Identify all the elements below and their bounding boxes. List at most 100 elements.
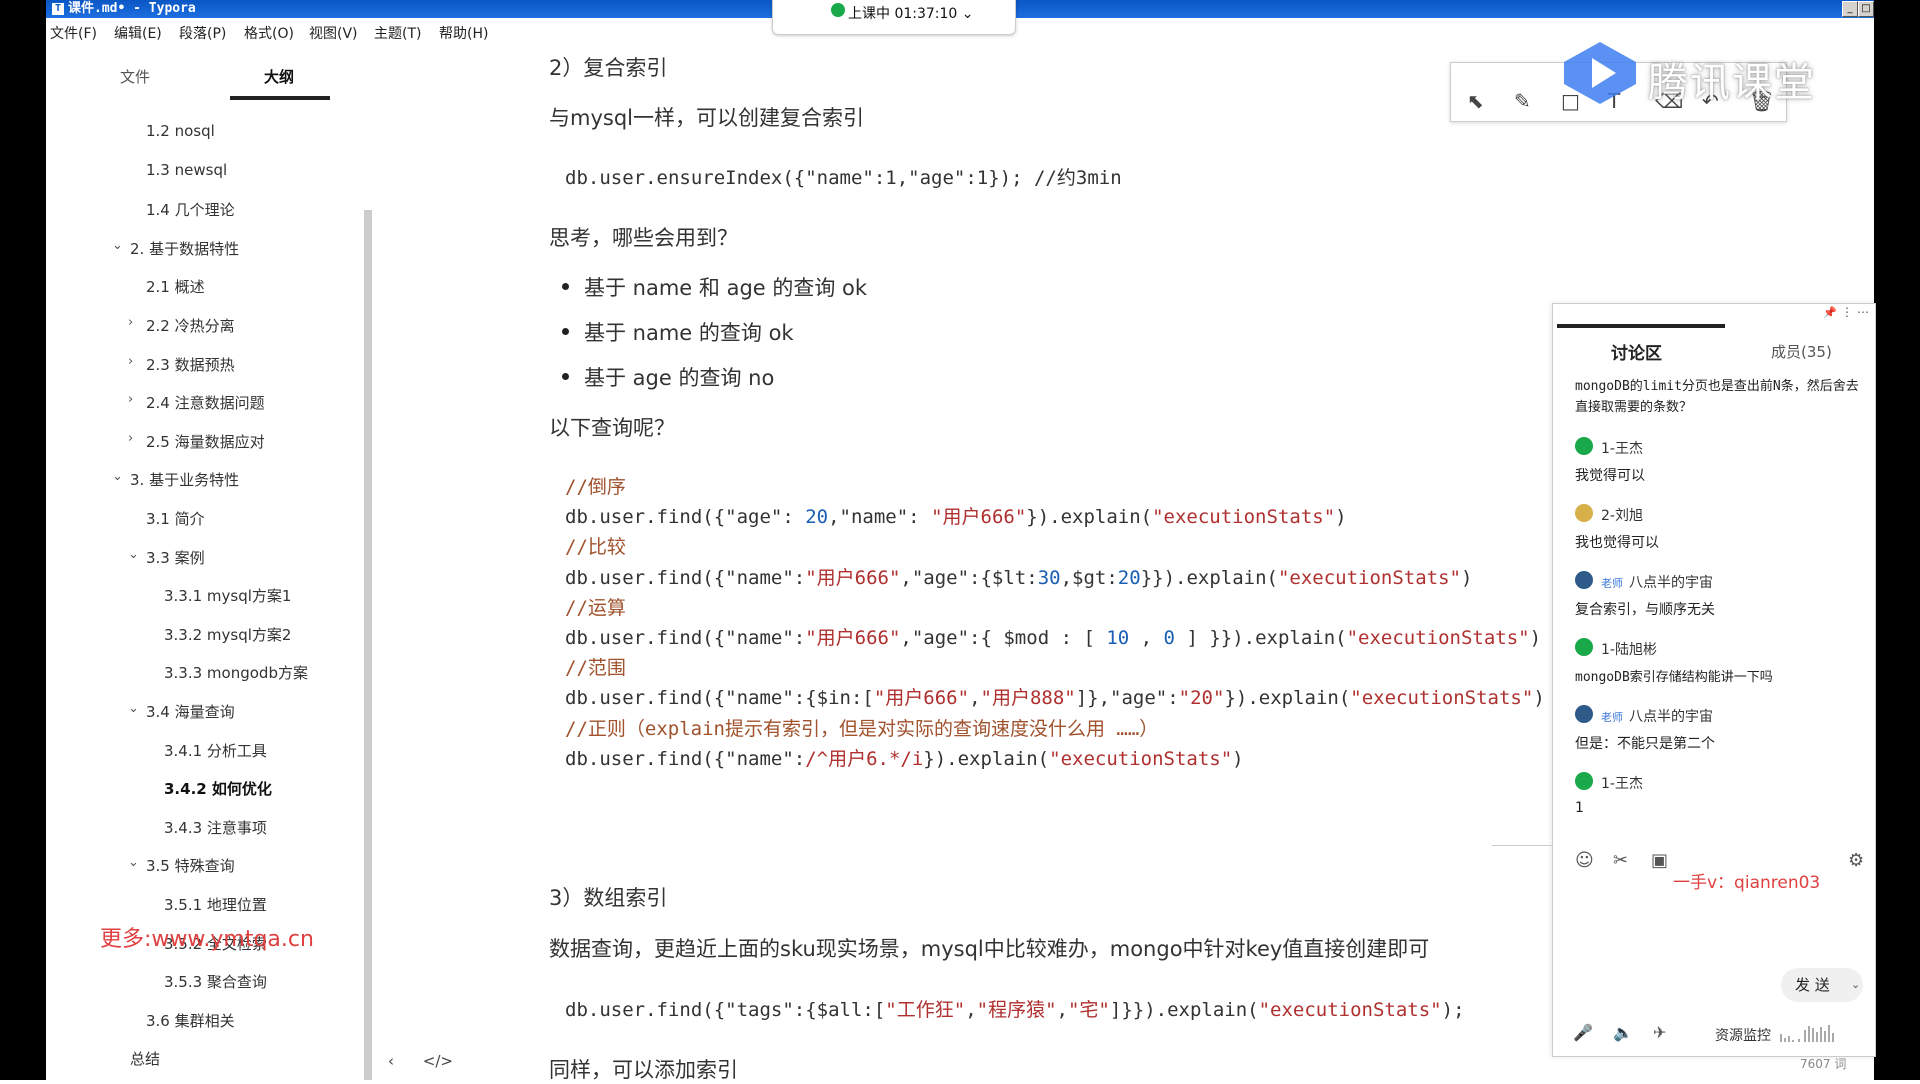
code-comment: //运算 xyxy=(565,596,626,619)
outline-item[interactable]: 3.3.1 mysql方案1 xyxy=(164,585,291,606)
tab-members[interactable]: 成员(35) xyxy=(1771,341,1832,362)
menu-theme[interactable]: 主题(T) xyxy=(374,23,421,43)
outline-item[interactable]: › 2.3 数据预热 xyxy=(128,354,235,375)
outline-item-label: 总结 xyxy=(130,1050,161,1069)
chevron-down-icon[interactable]: ⌄ xyxy=(128,547,139,562)
heading-array-index: 3）数组索引 xyxy=(549,886,668,910)
chevron-right-icon[interactable]: › xyxy=(128,315,133,330)
code-token: 10 xyxy=(1106,627,1130,649)
outline-item[interactable]: 3.5.3 聚合查询 xyxy=(164,971,267,992)
pen-icon[interactable]: ✎ xyxy=(1514,89,1531,113)
tab-files[interactable]: 文件 xyxy=(120,66,150,87)
outline-item[interactable]: › 2.4 注意数据问题 xyxy=(128,392,265,413)
avatar xyxy=(1575,571,1593,589)
settings-icon[interactable]: ⚙ xyxy=(1848,850,1864,871)
chevron-down-icon[interactable]: ⌄ xyxy=(128,701,139,716)
pin-icon[interactable]: 📌 xyxy=(1823,306,1837,319)
outline-item[interactable]: 3.4.1 分析工具 xyxy=(164,740,267,761)
minimize-button[interactable]: _ xyxy=(1842,1,1858,17)
outline-item-label: 3.1 简介 xyxy=(146,510,205,528)
code-token: ,$gt: xyxy=(1060,566,1118,589)
menu-edit[interactable]: 编辑(E) xyxy=(114,23,162,43)
code-token: "用户666" xyxy=(805,627,901,649)
teacher-badge: 老师 xyxy=(1601,711,1623,724)
chat-tab-underline xyxy=(1557,324,1725,328)
bullet-age: 基于 age 的查询 no xyxy=(561,362,774,392)
menu-paragraph[interactable]: 段落(P) xyxy=(179,23,226,43)
chevron-right-icon[interactable]: › xyxy=(128,431,133,446)
live-dot-icon xyxy=(831,3,845,17)
code-token: ,"age":{$lt: xyxy=(900,566,1038,589)
tab-outline[interactable]: 大纲 xyxy=(264,66,294,87)
chevron-down-icon[interactable]: ⌄ xyxy=(112,469,123,484)
code-comment: //范围 xyxy=(565,657,626,680)
outline-item[interactable]: 3.6 集群相关 xyxy=(146,1010,235,1031)
outline-item-label: 3.5.3 聚合查询 xyxy=(164,973,267,992)
outline-item-label: 3.3.3 mongodb方案 xyxy=(164,664,308,683)
more-icon[interactable]: ⋮ xyxy=(1841,305,1853,319)
outline-item[interactable]: 3.3.3 mongodb方案 xyxy=(164,662,308,683)
chevron-down-icon[interactable]: ⌄ xyxy=(1851,968,1860,1002)
resource-monitor-label[interactable]: 资源监控 xyxy=(1715,1025,1771,1045)
code-line: db.user.find({"name":{$in:["用户666","用户88… xyxy=(565,683,1545,710)
chevron-down-icon[interactable]: ⌄ xyxy=(112,238,123,253)
outline-item-label: 3.4.3 注意事项 xyxy=(164,818,267,837)
document-body[interactable]: 2）复合索引 与mysql一样，可以创建复合索引 db.user.ensureI… xyxy=(372,44,1552,1082)
tab-discussion[interactable]: 讨论区 xyxy=(1611,339,1662,364)
outline-item[interactable]: ⌄ 2. 基于数据特性 xyxy=(112,238,239,259)
mute-icon[interactable]: ✈ xyxy=(1653,1023,1666,1042)
image-icon[interactable]: ▣ xyxy=(1651,850,1668,871)
code-token: 20 xyxy=(805,506,829,529)
chevron-right-icon[interactable]: › xyxy=(128,392,133,407)
outline-item[interactable]: 1.3 newsql xyxy=(146,161,227,179)
live-status-pill[interactable]: 上课中 01:37:10 ⌄ xyxy=(772,0,1016,35)
maximize-button[interactable]: □ xyxy=(1858,1,1874,17)
chat-message-text: 我觉得可以 xyxy=(1575,468,1645,484)
outline-item[interactable]: 1.4 几个理论 xyxy=(146,199,235,220)
outline-item[interactable]: 1.2 nosql xyxy=(146,122,215,140)
chat-username: 1-陆旭彬 xyxy=(1601,639,1657,659)
sidebar-scrollbar[interactable] xyxy=(364,210,372,1080)
scissors-icon[interactable]: ✂ xyxy=(1613,850,1628,871)
outline-item[interactable]: 3.3.2 mysql方案2 xyxy=(164,624,291,645)
chevron-down-icon[interactable]: ⌄ xyxy=(128,855,139,870)
menu-format[interactable]: 格式(O) xyxy=(244,23,294,43)
chevron-right-icon[interactable]: › xyxy=(128,354,133,369)
menu-help[interactable]: 帮助(H) xyxy=(439,23,488,43)
outline-item[interactable]: › 2.5 海量数据应对 xyxy=(128,431,265,452)
send-button[interactable]: 发 送 ⌄ xyxy=(1781,968,1863,1002)
outline-item-label: 3.4 海量查询 xyxy=(146,703,235,721)
outline-item-label: 3.3.2 mysql方案2 xyxy=(164,625,292,644)
emoji-icon[interactable]: ☺ xyxy=(1575,850,1594,871)
outline-item[interactable]: 3.1 简介 xyxy=(146,508,205,529)
mic-icon[interactable]: 🎤 xyxy=(1573,1023,1593,1042)
code-token: "用户666" xyxy=(931,506,1027,529)
outline-item[interactable]: ⌄ 3.5 特殊查询 xyxy=(128,855,235,876)
outline-item[interactable]: 3.4.3 注意事项 xyxy=(164,817,267,838)
heading-compound-index: 2）复合索引 xyxy=(549,56,668,80)
menu-view[interactable]: 视图(V) xyxy=(309,23,358,43)
outline-item[interactable]: ⌄ 3.3 案例 xyxy=(128,547,205,568)
outline-item[interactable]: 3.4.2 如何优化 xyxy=(164,778,272,799)
speaker-icon[interactable]: 🔈 xyxy=(1613,1023,1633,1042)
expand-icon[interactable]: ⋯ xyxy=(1857,305,1869,319)
menu-file[interactable]: 文件(F) xyxy=(50,23,97,43)
code-token: ) xyxy=(1335,506,1347,529)
code-token: ]},"age": xyxy=(1075,687,1179,710)
chat-message-text: 我也觉得可以 xyxy=(1575,535,1659,551)
outline-item[interactable]: › 2.2 冷热分离 xyxy=(128,315,235,336)
pointer-icon[interactable]: ⬉ xyxy=(1467,89,1484,113)
code-token: }).explain( xyxy=(1224,687,1351,710)
code-token: , xyxy=(1129,627,1164,649)
outline-item-label: 2.3 数据预热 xyxy=(146,355,235,374)
code-token: db.user.find({"name": xyxy=(565,566,806,589)
code-token: ) xyxy=(1533,687,1545,710)
outline-item[interactable]: 总结 xyxy=(130,1048,160,1069)
code-token: ,"name": xyxy=(828,506,932,529)
live-status-text: 上课中 01:37:10 ⌄ xyxy=(848,6,974,22)
outline-item[interactable]: 3.5.1 地理位置 xyxy=(164,894,267,915)
outline-item[interactable]: ⌄ 3. 基于业务特性 xyxy=(112,469,239,490)
outline-item[interactable]: 2.1 概述 xyxy=(146,276,205,297)
code-token: "用户666" xyxy=(873,687,970,710)
outline-item[interactable]: ⌄ 3.4 海量查询 xyxy=(128,701,235,722)
